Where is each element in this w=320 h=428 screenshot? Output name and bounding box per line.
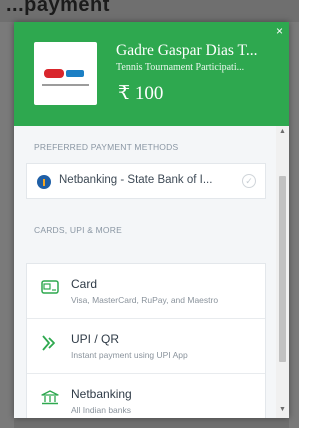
method-card[interactable]: Card Visa, MasterCard, RuPay, and Maestr… [27,264,265,319]
checkout-page: ...payment × Gadre Gaspar Dias T... Tenn… [0,0,299,428]
merchant-header: × Gadre Gaspar Dias T... Tennis Tourname… [14,22,289,126]
payment-modal: × Gadre Gaspar Dias T... Tennis Tourname… [14,22,289,418]
method-subtitle: Visa, MasterCard, RuPay, and Maestro [71,295,219,305]
logo-mark [44,69,86,79]
method-netbanking[interactable]: Netbanking All Indian banks [27,374,265,418]
close-icon[interactable]: × [276,25,283,37]
bank-icon [41,390,59,405]
preferred-methods-heading: PREFERRED PAYMENT METHODS [34,142,179,152]
merchant-name: Gadre Gaspar Dias T... [116,42,258,59]
preferred-method-netbanking-sbi[interactable]: Netbanking - State Bank of I... ✓ [26,163,266,199]
method-title: Netbanking [71,387,132,401]
scroll-up-arrow-icon[interactable]: ▲ [278,128,287,136]
sbi-bank-icon [37,175,51,189]
upi-icon [41,335,59,351]
options-scrollbar[interactable]: ▲ ▼ [276,126,289,418]
card-icon [41,280,59,294]
method-subtitle: Instant payment using UPI App [71,350,188,360]
check-circle-icon: ✓ [242,174,256,188]
background-page-title: ...payment [6,0,110,16]
method-subtitle: All Indian banks [71,405,132,415]
scroll-down-arrow-icon[interactable]: ▼ [278,406,287,414]
method-title: Card [71,277,98,291]
preferred-method-label: Netbanking - State Bank of I... [59,174,213,186]
payment-options-body: PREFERRED PAYMENT METHODS Netbanking - S… [14,126,289,418]
payment-methods-list: Card Visa, MasterCard, RuPay, and Maestr… [26,263,266,418]
method-title: UPI / QR [71,332,120,346]
merchant-subtitle: Tennis Tournament Participati... [116,62,245,73]
scroll-thumb[interactable] [279,176,286,362]
background-right-panel [289,22,299,428]
method-upi-qr[interactable]: UPI / QR Instant payment using UPI App [27,319,265,374]
payment-amount: ₹ 100 [118,83,164,104]
background-left-panel [0,22,14,428]
merchant-logo [34,42,97,105]
cards-upi-more-heading: CARDS, UPI & MORE [34,225,122,235]
